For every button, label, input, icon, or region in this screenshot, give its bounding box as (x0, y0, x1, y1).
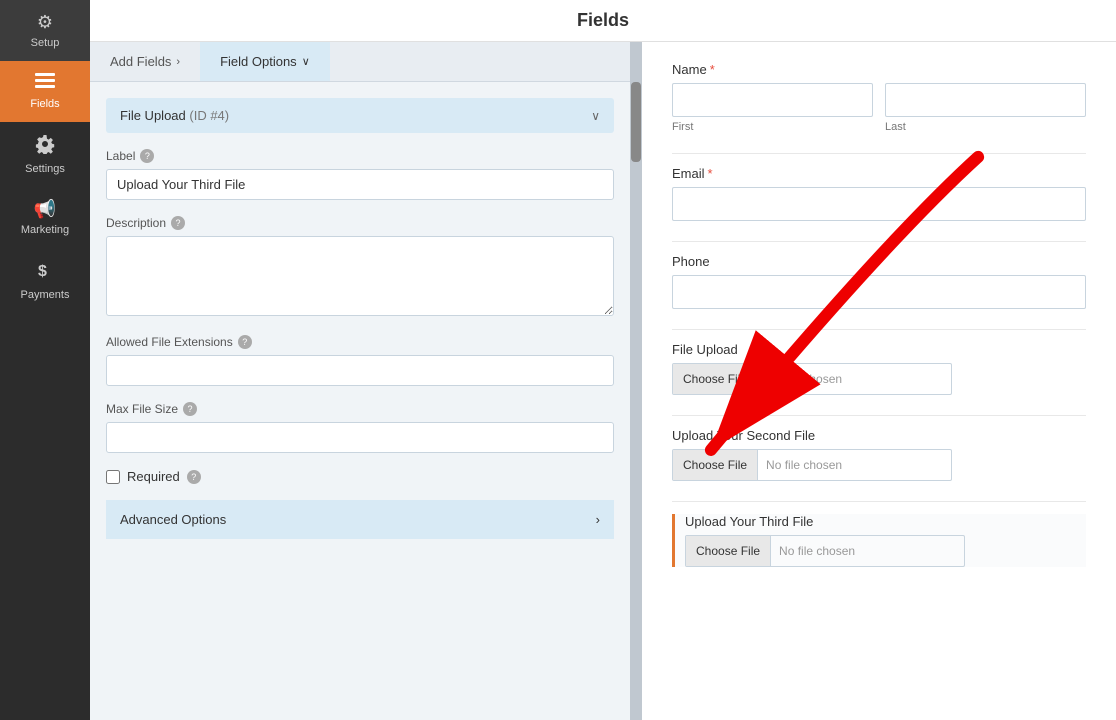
field-type-label: File Upload (ID #4) (120, 108, 229, 123)
field-collapse-icon[interactable]: ∨ (591, 109, 600, 123)
sidebar-item-marketing[interactable]: 📢 Marketing (0, 187, 90, 248)
setup-icon: ⚙ (37, 12, 53, 33)
max-size-field-label: Max File Size ? (106, 402, 614, 416)
required-help-icon[interactable]: ? (187, 470, 201, 484)
advanced-options-chevron-icon: › (596, 512, 600, 527)
file-upload-section: File Upload Choose File No file chosen (672, 342, 1086, 395)
description-group: Description ? (106, 216, 614, 319)
divider-1 (672, 153, 1086, 154)
sidebar-item-setup[interactable]: ⚙ Setup (0, 0, 90, 61)
description-field-label: Description ? (106, 216, 614, 230)
label-input[interactable] (106, 169, 614, 200)
phone-input[interactable] (672, 275, 1086, 309)
sidebar-item-settings[interactable]: Settings (0, 122, 90, 187)
extensions-help-icon[interactable]: ? (238, 335, 252, 349)
third-upload-field-label: Upload Your Third File (685, 514, 1086, 529)
label-group: Label ? (106, 149, 614, 200)
phone-section: Phone (672, 254, 1086, 309)
fields-icon (35, 73, 55, 94)
marketing-icon: 📢 (34, 199, 56, 220)
last-name-col: Last (885, 83, 1086, 133)
sidebar: ⚙ Setup Fields Settings 📢 Marketing $ Pa… (0, 0, 90, 720)
field-editor: File Upload (ID #4) ∨ Label ? D (90, 82, 630, 720)
third-upload-section: Upload Your Third File Choose File No fi… (672, 514, 1086, 567)
required-group: Required ? (106, 469, 614, 484)
label-field-label: Label ? (106, 149, 614, 163)
main-content: Fields Add Fields › Field Options ∨ (90, 0, 1116, 720)
divider-5 (672, 501, 1086, 502)
first-name-col: First (672, 83, 873, 133)
payments-icon: $ (35, 260, 55, 285)
tabs: Add Fields › Field Options ∨ (90, 42, 630, 82)
scrollbar-thumb[interactable] (631, 82, 641, 162)
second-file-upload-row: Choose File No file chosen (672, 449, 952, 481)
name-section: Name * First Last (672, 62, 1086, 133)
extensions-field-label: Allowed File Extensions ? (106, 335, 614, 349)
field-header: File Upload (ID #4) ∨ (106, 98, 614, 133)
extensions-input[interactable] (106, 355, 614, 386)
tab-field-options[interactable]: Field Options ∨ (200, 42, 330, 81)
choose-file-button-2[interactable]: Choose File (673, 450, 758, 480)
label-help-icon[interactable]: ? (140, 149, 154, 163)
name-field-label: Name * (672, 62, 1086, 77)
email-input[interactable] (672, 187, 1086, 221)
right-panel: Name * First Last Em (642, 42, 1116, 720)
required-checkbox-row: Required ? (106, 469, 614, 484)
file-upload-field-label: File Upload (672, 342, 1086, 357)
required-checkbox[interactable] (106, 470, 120, 484)
extensions-group: Allowed File Extensions ? (106, 335, 614, 386)
file-upload-row: Choose File No file chosen (672, 363, 952, 395)
chevron-down-icon: ∨ (302, 55, 310, 68)
settings-icon (35, 134, 55, 159)
divider-4 (672, 415, 1086, 416)
no-file-text-1: No file chosen (758, 372, 850, 386)
description-help-icon[interactable]: ? (171, 216, 185, 230)
first-name-input[interactable] (672, 83, 873, 117)
choose-file-button-3[interactable]: Choose File (686, 536, 771, 566)
no-file-text-3: No file chosen (771, 544, 863, 558)
email-section: Email * (672, 166, 1086, 221)
max-size-help-icon[interactable]: ? (183, 402, 197, 416)
email-field-label: Email * (672, 166, 1086, 181)
chevron-right-icon: › (176, 56, 180, 68)
divider-3 (672, 329, 1086, 330)
third-file-upload-row: Choose File No file chosen (685, 535, 965, 567)
max-size-group: Max File Size ? (106, 402, 614, 453)
max-size-input[interactable] (106, 422, 614, 453)
phone-field-label: Phone (672, 254, 1086, 269)
description-textarea[interactable] (106, 236, 614, 316)
page-title: Fields (577, 10, 629, 31)
advanced-options[interactable]: Advanced Options › (106, 500, 614, 539)
left-panel: Add Fields › Field Options ∨ File Upload… (90, 42, 630, 720)
tab-add-fields[interactable]: Add Fields › (90, 42, 200, 81)
sidebar-item-fields[interactable]: Fields (0, 61, 90, 122)
top-header: Fields (90, 0, 1116, 42)
content-row: Add Fields › Field Options ∨ File Upload… (90, 42, 1116, 720)
divider-2 (672, 241, 1086, 242)
name-row: First Last (672, 83, 1086, 133)
second-upload-section: Upload Your Second File Choose File No f… (672, 428, 1086, 481)
second-upload-field-label: Upload Your Second File (672, 428, 1086, 443)
scrollbar-track[interactable] (630, 42, 642, 720)
last-name-input[interactable] (885, 83, 1086, 117)
choose-file-button-1[interactable]: Choose File (673, 364, 758, 394)
svg-text:$: $ (38, 263, 47, 280)
sidebar-item-payments[interactable]: $ Payments (0, 248, 90, 313)
no-file-text-2: No file chosen (758, 458, 850, 472)
